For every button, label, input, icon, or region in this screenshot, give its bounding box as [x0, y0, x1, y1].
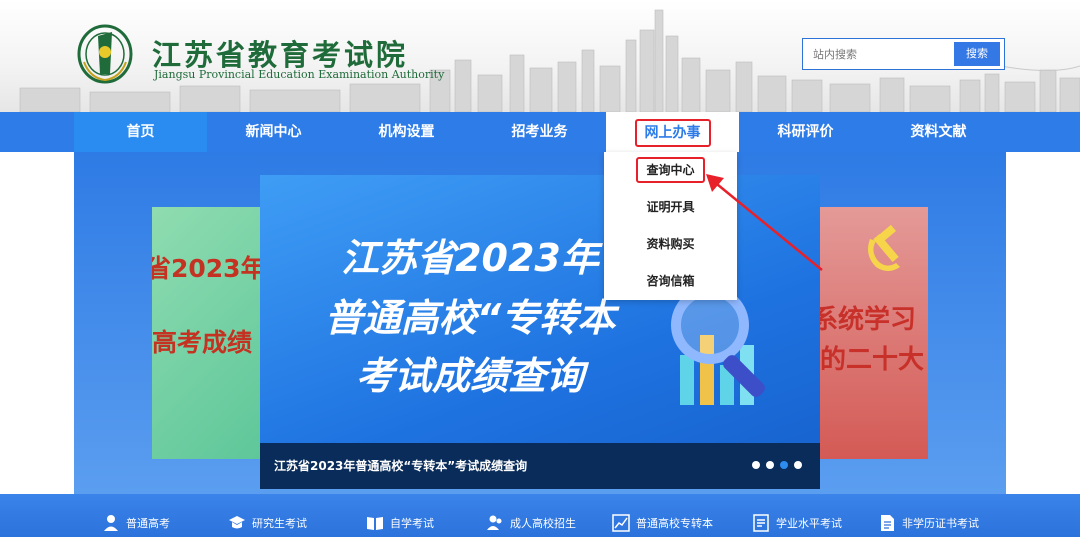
- quick-link-non-degree-cert[interactable]: 非学历证书考试: [878, 514, 979, 532]
- checklist-icon: [753, 514, 769, 532]
- nav-item-home[interactable]: 首页: [74, 112, 207, 152]
- nav-item-online-services-label: 网上办事: [634, 119, 711, 147]
- quick-link-proficiency-test[interactable]: 学业水平考试: [752, 514, 842, 532]
- search-button[interactable]: 搜索: [954, 42, 1000, 66]
- main-nav: 首页 新闻中心 机构设置 招考业务 网上办事 科研评价 资料文献: [0, 112, 1080, 152]
- quick-link-label: 成人高校招生: [510, 517, 576, 530]
- next-slide-line1: 系统学习: [820, 305, 917, 335]
- prev-slide-line1: 省2023年: [152, 254, 260, 283]
- next-slide-line2: 的二十大: [820, 345, 925, 375]
- carousel-dot-1[interactable]: [752, 461, 760, 469]
- hammer-sickle-icon: [868, 225, 900, 271]
- nav-item-organization[interactable]: 机构设置: [340, 112, 473, 152]
- annotation-arrow-icon: [706, 174, 823, 271]
- nav-item-documents[interactable]: 资料文献: [872, 112, 1005, 152]
- nav-item-online-services[interactable]: 网上办事: [606, 112, 739, 152]
- quick-link-graduate[interactable]: 研究生考试: [228, 514, 307, 532]
- quick-link-label: 研究生考试: [252, 517, 307, 530]
- users-icon: [487, 515, 502, 530]
- carousel-prev-slide[interactable]: 省2023年 高考成绩: [152, 207, 260, 459]
- quick-link-label: 非学历证书考试: [902, 517, 979, 530]
- book-icon: [367, 517, 383, 530]
- quick-link-zhuanzhuanben[interactable]: 普通高校专转本: [612, 514, 713, 532]
- quick-link-label: 普通高校专转本: [636, 517, 713, 530]
- carousel-next-slide[interactable]: 系统学习 的二十大: [820, 207, 928, 459]
- site-search: 搜索: [802, 38, 1005, 70]
- search-input[interactable]: [803, 39, 955, 69]
- slide-caption-bar: 江苏省2023年普通高校“专转本”考试成绩查询: [260, 443, 820, 489]
- graduation-cap-icon: [229, 516, 245, 529]
- person-icon: [104, 515, 118, 531]
- nav-item-research[interactable]: 科研评价: [739, 112, 872, 152]
- quick-links-bar: 普通高考 研究生考试 自学考试 成人高校招生 普通高校专转本 学业水平考试 非学…: [0, 494, 1080, 537]
- nav-item-news[interactable]: 新闻中心: [207, 112, 340, 152]
- document-icon: [881, 515, 894, 531]
- slide-title-line3: 考试成绩查询: [355, 354, 584, 398]
- quick-link-adult-college[interactable]: 成人高校招生: [486, 514, 576, 532]
- dropdown-item-query-center-label: 查询中心: [636, 157, 705, 183]
- nav-item-admissions[interactable]: 招考业务: [473, 112, 606, 152]
- quick-link-label: 自学考试: [390, 517, 434, 530]
- carousel-dot-2[interactable]: [766, 461, 774, 469]
- quick-link-gaokao[interactable]: 普通高考: [102, 514, 170, 532]
- institution-logo-icon: [77, 24, 133, 84]
- quick-link-self-study[interactable]: 自学考试: [366, 514, 434, 532]
- carousel-indicators: [752, 461, 802, 469]
- prev-slide-line2: 高考成绩: [152, 328, 253, 357]
- carousel-dot-4[interactable]: [794, 461, 802, 469]
- quick-link-label: 学业水平考试: [776, 517, 842, 530]
- carousel-dot-3[interactable]: [780, 461, 788, 469]
- slide-caption[interactable]: 江苏省2023年普通高校“专转本”考试成绩查询: [274, 457, 527, 474]
- chart-icon: [612, 514, 630, 532]
- quick-link-label: 普通高考: [126, 517, 170, 530]
- site-header: 江苏省教育考试院 Jiangsu Provincial Education Ex…: [0, 0, 1080, 112]
- site-title-en: Jiangsu Provincial Education Examination…: [154, 68, 445, 81]
